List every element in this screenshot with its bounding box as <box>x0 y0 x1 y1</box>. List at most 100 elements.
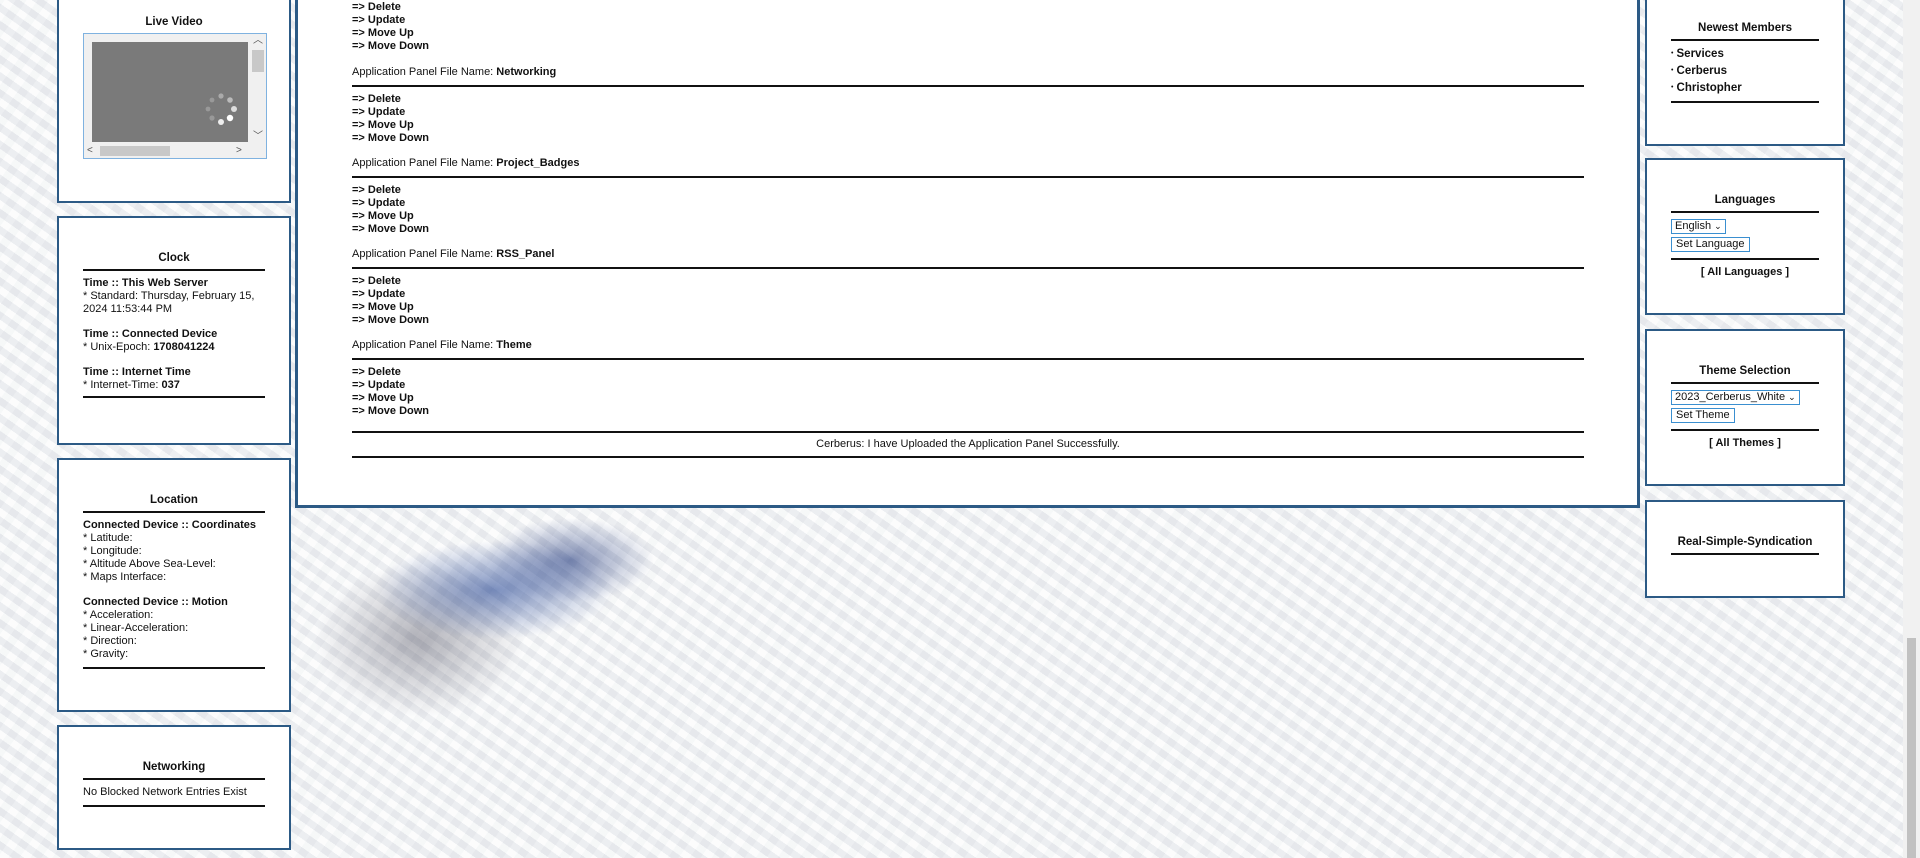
panel-entry-rss-panel: Application Panel File Name: RSS_Panel =… <box>352 248 1584 327</box>
device-time-heading: Time :: Connected Device <box>83 328 218 340</box>
page-scroll-thumb[interactable] <box>1907 638 1916 858</box>
clock-title: Clock <box>83 252 265 271</box>
delete-link[interactable]: => Delete <box>352 93 1584 106</box>
gravity-label: * Gravity: <box>83 648 129 660</box>
panel-file-label: Application Panel File Name: <box>352 339 497 351</box>
panel-file-name: RSS_Panel <box>496 248 555 260</box>
video-horizontal-scrollbar[interactable]: < > <box>84 144 250 158</box>
live-video-viewer[interactable]: ︿ ﹀ < > <box>83 33 267 159</box>
divider <box>83 805 265 807</box>
scroll-right-icon[interactable]: > <box>236 146 242 156</box>
altitude-label: * Altitude Above Sea-Level: <box>83 558 216 570</box>
set-language-button[interactable]: Set Language <box>1671 237 1750 252</box>
rss-title: Real-Simple-Syndication <box>1671 536 1819 555</box>
internet-time-heading: Time :: Internet Time <box>83 366 191 378</box>
status-message-text: Cerberus: I have Uploaded the Applicatio… <box>816 438 1120 450</box>
member-link-services[interactable]: Services <box>1677 48 1724 60</box>
video-vertical-scrollbar[interactable]: ︿ ﹀ <box>250 34 266 144</box>
move-up-link[interactable]: => Move Up <box>352 210 1584 223</box>
longitude-label: * Longitude: <box>83 545 142 557</box>
delete-link[interactable]: => Delete <box>352 1 1584 14</box>
video-frame <box>92 42 248 142</box>
unix-epoch-value: 1708041224 <box>153 341 215 353</box>
motion-heading: Connected Device :: Motion <box>83 596 228 608</box>
panel-file-label: Application Panel File Name: <box>352 66 497 78</box>
member-item: • Christopher <box>1671 81 1819 95</box>
device-time-row: * Unix-Epoch: 1708041224 <box>83 341 265 354</box>
clock-panel: Clock Time :: This Web Server * Standard… <box>57 216 291 445</box>
move-up-link[interactable]: => Move Up <box>352 301 1584 314</box>
scroll-down-icon[interactable]: ﹀ <box>253 132 263 142</box>
theme-select[interactable]: 2023_Cerberus_White ⌄ <box>1671 390 1800 405</box>
move-down-link[interactable]: => Move Down <box>352 223 1584 236</box>
panel-file-name: Theme <box>496 339 532 351</box>
delete-link[interactable]: => Delete <box>352 275 1584 288</box>
move-down-link[interactable]: => Move Down <box>352 40 1584 53</box>
delete-link[interactable]: => Delete <box>352 184 1584 197</box>
set-theme-button[interactable]: Set Theme <box>1671 408 1735 423</box>
panel-entry-networking: Application Panel File Name: Networking … <box>352 66 1584 145</box>
all-languages-link[interactable]: [ All Languages ] <box>1671 266 1819 278</box>
update-link[interactable]: => Update <box>352 14 1584 27</box>
acceleration-label: * Acceleration: <box>83 609 154 621</box>
update-link[interactable]: => Update <box>352 197 1584 210</box>
panel-file-title: Application Panel File Name: Theme <box>352 339 1584 360</box>
page-scrollbar[interactable] <box>1903 0 1920 858</box>
rss-panel: Real-Simple-Syndication <box>1645 500 1845 598</box>
languages-panel: Languages English ⌄ Set Language [ All L… <box>1645 158 1845 315</box>
update-link[interactable]: => Update <box>352 106 1584 119</box>
status-message: Cerberus: I have Uploaded the Applicatio… <box>352 431 1584 458</box>
update-link[interactable]: => Update <box>352 379 1584 392</box>
update-link[interactable]: => Update <box>352 288 1584 301</box>
internet-time-row: * Internet-Time: 037 <box>83 379 265 392</box>
move-up-link[interactable]: => Move Up <box>352 119 1584 132</box>
member-link-cerberus[interactable]: Cerberus <box>1677 65 1728 77</box>
internet-time-label: * Internet-Time: <box>83 379 162 391</box>
panel-file-title: Application Panel File Name: Networking <box>352 66 1584 87</box>
move-down-link[interactable]: => Move Down <box>352 132 1584 145</box>
member-link-christopher[interactable]: Christopher <box>1677 82 1742 94</box>
move-up-link[interactable]: => Move Up <box>352 27 1584 40</box>
internet-time-value: 037 <box>161 379 180 391</box>
move-up-link[interactable]: => Move Up <box>352 392 1584 405</box>
panel-file-name: Project_Badges <box>496 157 580 169</box>
theme-selection-title: Theme Selection <box>1671 365 1819 384</box>
panel-file-label: Application Panel File Name: <box>352 157 497 169</box>
panel-entry-theme: Application Panel File Name: Theme => De… <box>352 339 1584 418</box>
location-panel: Location Connected Device :: Coordinates… <box>57 458 291 712</box>
chevron-down-icon: ⌄ <box>1788 392 1796 402</box>
chevron-down-icon: ⌄ <box>1714 221 1722 231</box>
newest-members-title: Newest Members <box>1671 22 1819 41</box>
divider <box>1671 429 1819 431</box>
move-down-link[interactable]: => Move Down <box>352 405 1584 418</box>
member-item: • Cerberus <box>1671 64 1819 78</box>
all-themes-link[interactable]: [ All Themes ] <box>1671 437 1819 449</box>
bullet-icon: • <box>1671 50 1674 57</box>
scroll-up-icon[interactable]: ︿ <box>253 36 263 46</box>
divider <box>83 667 265 669</box>
divider <box>1671 101 1819 103</box>
language-select[interactable]: English ⌄ <box>1671 219 1726 234</box>
bullet-icon: • <box>1671 67 1674 74</box>
newest-members-panel: Newest Members • Services • Cerberus • C… <box>1645 0 1845 146</box>
live-video-panel: Live Video ︿ ﹀ < > <box>57 0 291 203</box>
video-vertical-scroll-thumb[interactable] <box>252 50 264 72</box>
scroll-left-icon[interactable]: < <box>87 146 93 156</box>
delete-link[interactable]: => Delete <box>352 366 1584 379</box>
member-item: • Services <box>1671 47 1819 61</box>
networking-status: No Blocked Network Entries Exist <box>83 786 247 798</box>
panel-actions-top: => Delete => Update => Move Up => Move D… <box>352 1 1584 53</box>
server-time-line2: 2024 11:53:44 PM <box>83 303 173 315</box>
networking-panel: Networking No Blocked Network Entries Ex… <box>57 725 291 850</box>
move-down-link[interactable]: => Move Down <box>352 314 1584 327</box>
language-select-value: English <box>1675 220 1712 232</box>
theme-selection-panel: Theme Selection 2023_Cerberus_White ⌄ Se… <box>1645 329 1845 486</box>
languages-title: Languages <box>1671 194 1819 213</box>
networking-title: Networking <box>83 761 265 780</box>
loading-spinner-icon <box>205 93 237 125</box>
server-time-line1: * Standard: Thursday, February 15, <box>83 290 255 302</box>
video-horizontal-scroll-thumb[interactable] <box>100 146 170 156</box>
unix-epoch-label: * Unix-Epoch: <box>83 341 154 353</box>
panel-file-name: Networking <box>496 66 557 78</box>
location-title: Location <box>83 494 265 513</box>
